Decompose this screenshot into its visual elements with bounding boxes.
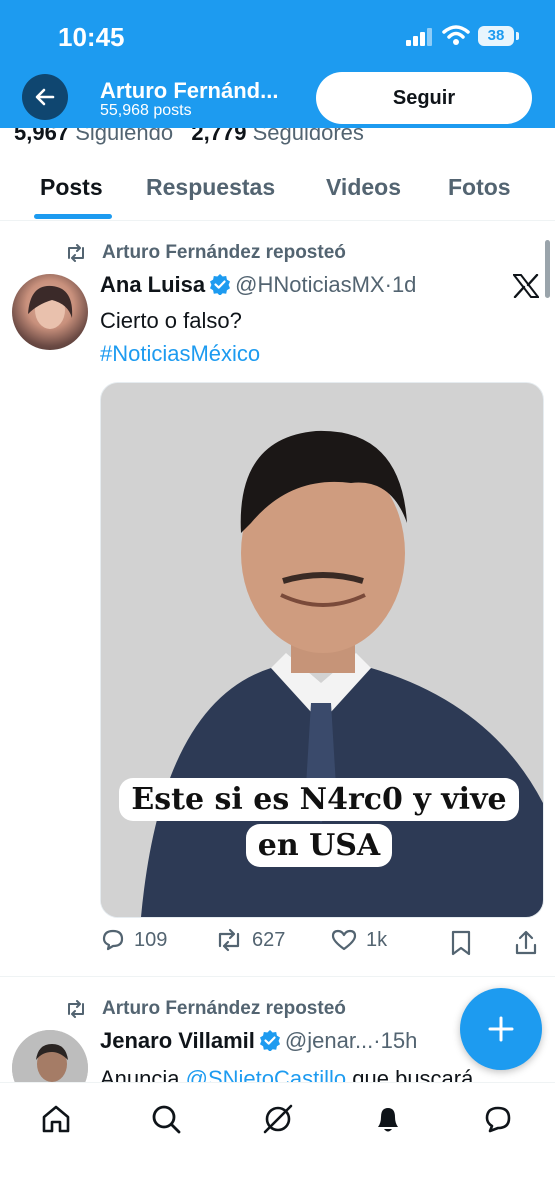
tab-posts[interactable]: Posts (40, 174, 103, 201)
search-icon (152, 1105, 181, 1134)
avatar-portrait (28, 285, 73, 329)
post-text: Cierto o falso? (100, 308, 242, 333)
back-button[interactable] (22, 74, 68, 120)
active-tab-indicator (34, 214, 112, 219)
bottom-nav (0, 1082, 555, 1201)
media-caption: Este si es N4rc0 y vive en USA (113, 777, 525, 869)
profile-header: 10:45 38 Arturo Fernánd... 55,968 posts … (0, 0, 555, 128)
bookmark-icon[interactable] (450, 930, 472, 956)
reply-count: 109 (134, 928, 168, 951)
plus-icon (488, 1016, 514, 1042)
header-name: Arturo Fernánd... (100, 78, 279, 103)
post-media[interactable]: Este si es N4rc0 y vive en USA (100, 382, 544, 918)
reply-button[interactable]: 109 (100, 928, 167, 952)
author-name[interactable]: Ana Luisa (100, 272, 205, 297)
scrollbar[interactable] (545, 240, 550, 298)
repost-indicator: Arturo Fernández reposteó (64, 242, 346, 264)
home-icon (42, 1105, 70, 1133)
share-icon[interactable] (514, 930, 538, 956)
grok-icon (263, 1104, 293, 1134)
wifi-icon (442, 25, 470, 45)
repost-icon (68, 1000, 84, 1018)
post-actions: 109 627 1k (100, 928, 542, 962)
tab-videos[interactable]: Videos (326, 174, 401, 201)
reply-icon (102, 929, 124, 951)
author-name[interactable]: Jenaro Villamil (100, 1028, 255, 1053)
messages-icon (485, 1106, 511, 1133)
author-handle[interactable]: @jenar... (285, 1028, 373, 1053)
status-bar: 10:45 38 (0, 0, 555, 70)
repost-count: 627 (252, 928, 286, 951)
post-time: 1d (391, 272, 417, 297)
hashtag-link[interactable]: #NoticiasMéxico (100, 337, 260, 370)
author-handle[interactable]: @HNoticiasMX (235, 272, 384, 297)
post-author-line: Jenaro Villamil @jenar...·15h (100, 1028, 418, 1053)
repost-label[interactable]: Arturo Fernández reposteó (102, 242, 346, 264)
post-body: Cierto o falso? #NoticiasMéxico (100, 304, 260, 370)
repost-label[interactable]: Arturo Fernández reposteó (102, 998, 346, 1020)
like-count: 1k (366, 928, 388, 951)
tab-fotos[interactable]: Fotos (448, 174, 511, 201)
battery-tip (516, 32, 519, 40)
verified-badge-icon (210, 274, 231, 295)
header-post-count: 55,968 posts (100, 102, 192, 119)
post-author-line: Ana Luisa @HNoticiasMX·1d (100, 272, 417, 297)
verified-badge-icon (259, 1030, 280, 1051)
nav-notifications[interactable] (368, 1099, 408, 1139)
tab-respuestas[interactable]: Respuestas (146, 174, 275, 201)
follow-button[interactable]: Seguir (316, 72, 532, 124)
notifications-icon (378, 1108, 398, 1132)
post-divider (0, 976, 555, 977)
nav-grok[interactable] (258, 1099, 298, 1139)
repost-button[interactable]: 627 (214, 928, 285, 952)
nav-search[interactable] (146, 1099, 186, 1139)
status-time: 10:45 (58, 22, 125, 52)
x-logo-icon (513, 274, 539, 298)
repost-icon (218, 928, 240, 952)
repost-indicator: Arturo Fernández reposteó (64, 998, 346, 1020)
avatar[interactable] (12, 274, 88, 350)
profile-tabs: Posts Respuestas Videos Fotos (0, 150, 555, 221)
signal-icon (406, 28, 432, 46)
arrow-left-icon (35, 88, 55, 106)
nav-messages[interactable] (478, 1099, 518, 1139)
heart-icon (331, 929, 357, 951)
compose-button[interactable] (460, 988, 542, 1070)
post-time: 15h (380, 1028, 418, 1053)
repost-icon (68, 244, 84, 262)
battery-level: 38 (478, 26, 514, 46)
nav-home[interactable] (36, 1099, 76, 1139)
like-button[interactable]: 1k (330, 928, 387, 952)
